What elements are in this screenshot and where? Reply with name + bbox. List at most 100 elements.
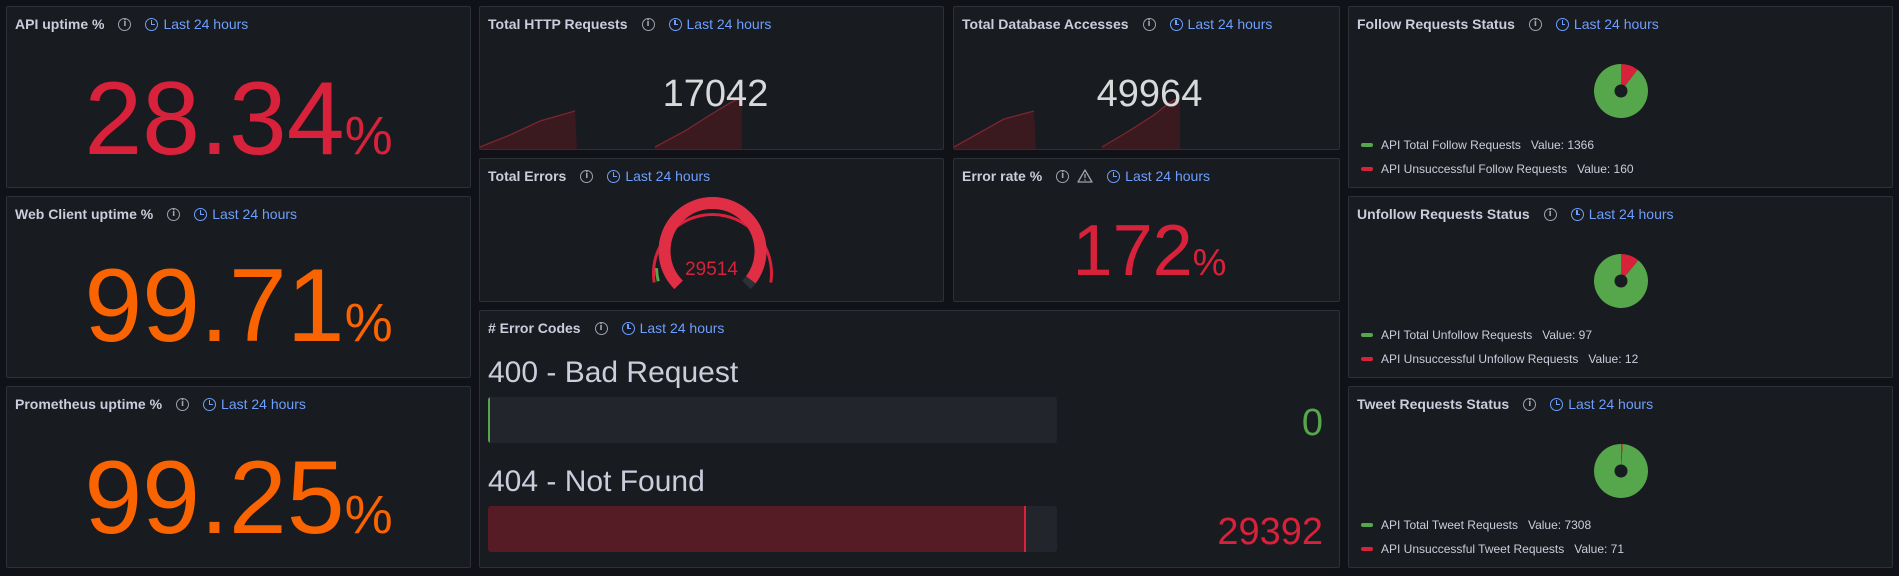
info-icon[interactable]: i <box>118 17 132 31</box>
legend-item[interactable]: API Unsuccessful Follow Requests Value: … <box>1361 162 1634 176</box>
donut-chart <box>1594 254 1648 308</box>
legend-swatch <box>1361 523 1373 527</box>
legend-item[interactable]: API Total Unfollow Requests Value: 97 <box>1361 328 1592 342</box>
unfollow-requests-panel: Unfollow Requests Status i Last 24 hours… <box>1348 196 1893 378</box>
panel-title[interactable]: Total Database Accesses <box>962 16 1129 32</box>
time-range[interactable]: Last 24 hours <box>1550 396 1653 412</box>
time-range-label: Last 24 hours <box>163 16 249 32</box>
info-icon[interactable]: i <box>167 207 181 221</box>
prometheus-uptime-panel: Prometheus uptime % i Last 24 hours 99.2… <box>6 386 471 568</box>
legend-item[interactable]: API Unsuccessful Tweet Requests Value: 7… <box>1361 542 1624 556</box>
panel-header: Web Client uptime % i Last 24 hours <box>15 203 297 225</box>
panel-header: Unfollow Requests Status i Last 24 hours <box>1357 203 1674 225</box>
info-icon[interactable]: i <box>1543 207 1557 221</box>
panel-title[interactable]: # Error Codes <box>488 320 581 336</box>
stat-value: 99.25% <box>7 446 470 550</box>
time-range[interactable]: Last 24 hours <box>668 16 772 32</box>
panel-header: Total Database Accesses i Last 24 hours <box>962 13 1272 35</box>
follow-requests-panel: Follow Requests Status i Last 24 hours A… <box>1348 6 1893 188</box>
time-range[interactable]: Last 24 hours <box>1169 16 1273 32</box>
panel-header: API uptime % i Last 24 hours <box>15 13 248 35</box>
info-icon[interactable]: i <box>641 17 655 31</box>
info-icon[interactable]: i <box>1056 169 1070 183</box>
panel-header: Follow Requests Status i Last 24 hours <box>1357 13 1659 35</box>
stat-unit: % <box>1192 242 1227 284</box>
stat-number: 99.71 <box>84 248 345 364</box>
time-range[interactable]: Last 24 hours <box>203 396 306 412</box>
legend-label: API Unsuccessful Unfollow Requests <box>1381 352 1579 366</box>
legend-label: API Total Unfollow Requests <box>1381 328 1533 342</box>
bar-gauge-fill <box>488 506 1026 552</box>
clock-icon <box>1550 397 1564 411</box>
donut-chart <box>1594 63 1648 118</box>
database-accesses-panel: Total Database Accesses i Last 24 hours … <box>953 6 1340 150</box>
clock-icon <box>1570 207 1584 221</box>
clock-icon <box>1555 17 1569 31</box>
total-errors-panel: Total Errors i Last 24 hours 29514 <box>479 158 944 302</box>
time-range-label: Last 24 hours <box>1187 16 1273 32</box>
bar-gauge-cap <box>1023 506 1026 552</box>
stat-number: 99.25 <box>84 440 345 556</box>
legend-value: Value: 97 <box>1542 328 1593 342</box>
panel-title[interactable]: Follow Requests Status <box>1357 16 1515 32</box>
legend-label: API Total Follow Requests <box>1381 138 1521 152</box>
bar-gauge-value: 0 <box>1301 402 1323 444</box>
legend-item[interactable]: API Unsuccessful Unfollow Requests Value… <box>1361 352 1638 366</box>
info-icon[interactable]: i <box>176 397 190 411</box>
time-range[interactable]: Last 24 hours <box>1555 16 1659 32</box>
panel-title[interactable]: Total HTTP Requests <box>488 16 628 32</box>
clock-icon <box>194 207 208 221</box>
web-client-uptime-panel: Web Client uptime % i Last 24 hours 99.7… <box>6 196 471 378</box>
api-uptime-panel: API uptime % i Last 24 hours 28.34% <box>6 6 471 188</box>
legend-value: Value: 12 <box>1588 352 1639 366</box>
warning-icon[interactable] <box>1077 169 1093 183</box>
donut-hole <box>1614 84 1628 98</box>
legend-value: Value: 160 <box>1577 162 1634 176</box>
stat-value: 172% <box>954 215 1339 287</box>
legend-item[interactable]: API Total Follow Requests Value: 1366 <box>1361 138 1594 152</box>
legend-swatch <box>1361 167 1373 171</box>
stat-unit: % <box>344 293 393 353</box>
clock-icon <box>203 397 217 411</box>
info-icon[interactable]: i <box>1528 17 1542 31</box>
panel-title[interactable]: Web Client uptime % <box>15 206 153 222</box>
clock-icon <box>1169 17 1183 31</box>
time-range[interactable]: Last 24 hours <box>621 320 725 336</box>
panel-title[interactable]: Prometheus uptime % <box>15 396 162 412</box>
info-icon[interactable]: i <box>1523 397 1537 411</box>
stat-number: 172 <box>1072 211 1193 291</box>
donut-hole <box>1614 274 1628 288</box>
time-range[interactable]: Last 24 hours <box>1107 168 1210 184</box>
panel-header: Prometheus uptime % i Last 24 hours <box>15 393 306 415</box>
stat-value: 49964 <box>1096 73 1203 115</box>
time-range-label: Last 24 hours <box>686 16 772 32</box>
http-requests-panel: Total HTTP Requests i Last 24 hours 1704… <box>479 6 944 150</box>
time-range-label: Last 24 hours <box>639 320 725 336</box>
legend-swatch <box>1361 333 1373 337</box>
legend-item[interactable]: API Total Tweet Requests Value: 7308 <box>1361 518 1591 532</box>
legend-label: API Unsuccessful Tweet Requests <box>1381 542 1565 556</box>
time-range[interactable]: Last 24 hours <box>145 16 248 32</box>
error-rate-panel: Error rate % i Last 24 hours 172% <box>953 158 1340 302</box>
panel-header: Total HTTP Requests i Last 24 hours <box>488 13 771 35</box>
stat-value: 99.71% <box>7 254 470 358</box>
tweet-requests-panel: Tweet Requests Status i Last 24 hours AP… <box>1348 386 1893 568</box>
panel-header: Tweet Requests Status i Last 24 hours <box>1357 393 1653 415</box>
time-range-label: Last 24 hours <box>1573 16 1659 32</box>
panel-title[interactable]: Error rate % <box>962 168 1042 184</box>
time-range[interactable]: Last 24 hours <box>194 206 297 222</box>
donut-hole <box>1614 464 1628 478</box>
panel-title[interactable]: Tweet Requests Status <box>1357 396 1509 412</box>
legend-label: API Total Tweet Requests <box>1381 518 1518 532</box>
gauge-value: 29514 <box>685 259 738 280</box>
info-icon[interactable]: i <box>594 321 608 335</box>
clock-icon <box>668 17 682 31</box>
panel-title[interactable]: Unfollow Requests Status <box>1357 206 1530 222</box>
stat-value: 28.34% <box>7 67 470 171</box>
legend-swatch <box>1361 357 1373 361</box>
time-range[interactable]: Last 24 hours <box>1570 206 1674 222</box>
time-range-label: Last 24 hours <box>212 206 298 222</box>
info-icon[interactable]: i <box>1142 17 1156 31</box>
panel-title[interactable]: API uptime % <box>15 16 104 32</box>
clock-icon <box>145 17 159 31</box>
